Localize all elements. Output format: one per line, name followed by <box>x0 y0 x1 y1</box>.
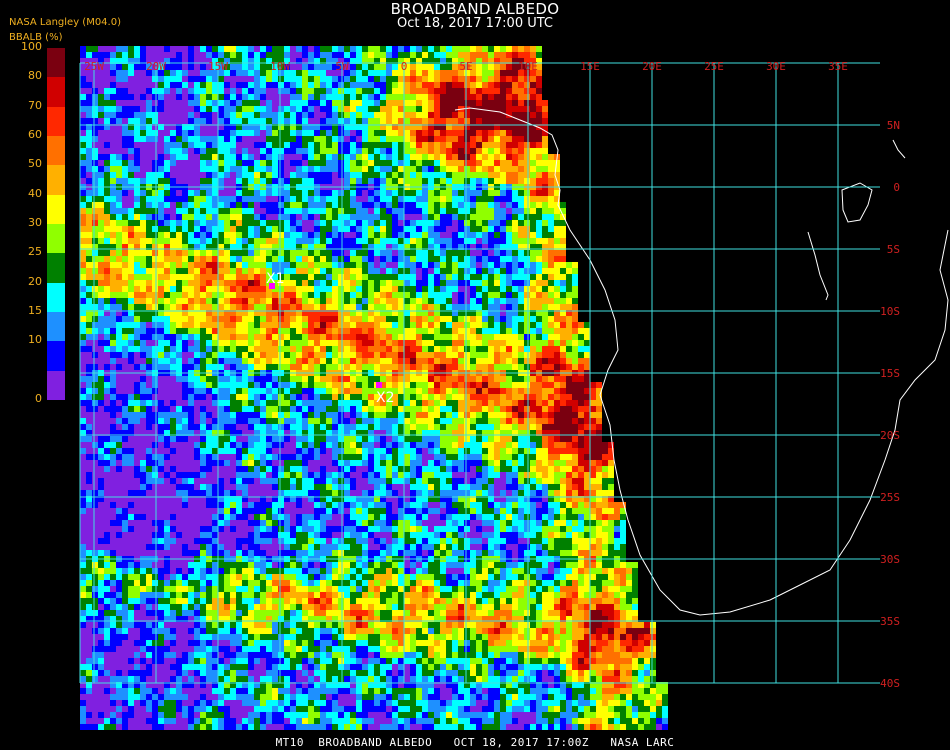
albedo-map: 25W 20W 15W 10W 5W 0 5E 10E 15E 20E 25E 30E 35E 5N 0 5S… <box>79 46 949 730</box>
lat-label: 15S <box>880 367 900 380</box>
lon-label: 15E <box>580 60 600 73</box>
lon-label: 30E <box>766 60 786 73</box>
lon-label: 15W <box>208 60 228 73</box>
lat-label: 35S <box>880 615 900 628</box>
lat-label: 0 <box>893 181 900 194</box>
lat-label: 40S <box>880 677 900 690</box>
lon-label: 25E <box>704 60 724 73</box>
lake-tanganyika-outline <box>807 231 829 301</box>
marker-label: X2 <box>376 390 395 406</box>
lat-label: 25S <box>880 491 900 504</box>
footer-caption: MT10 BROADBAND ALBEDO OCT 18, 2017 17:00… <box>275 736 675 749</box>
albedo-field <box>80 46 668 730</box>
lon-label: 0 <box>401 60 408 73</box>
lat-label: 20S <box>880 429 900 442</box>
lake-outline <box>892 139 906 159</box>
lon-label: 5E <box>459 60 472 73</box>
lon-label: 20E <box>642 60 662 73</box>
lon-label: 25W <box>84 60 104 73</box>
lat-label: 30S <box>880 553 900 566</box>
marker-point <box>376 382 382 388</box>
lon-label: 5W <box>335 60 349 73</box>
lat-label: 5S <box>887 243 900 256</box>
lake-victoria-outline <box>841 182 873 223</box>
lat-label: 5N <box>887 119 900 132</box>
lon-label: 10W <box>270 60 290 73</box>
lon-label: 20W <box>146 60 166 73</box>
lon-label: 35E <box>828 60 848 73</box>
lat-label: 10S <box>880 305 900 318</box>
lon-label: 10E <box>518 60 538 73</box>
marker-label: X1 <box>266 271 285 287</box>
